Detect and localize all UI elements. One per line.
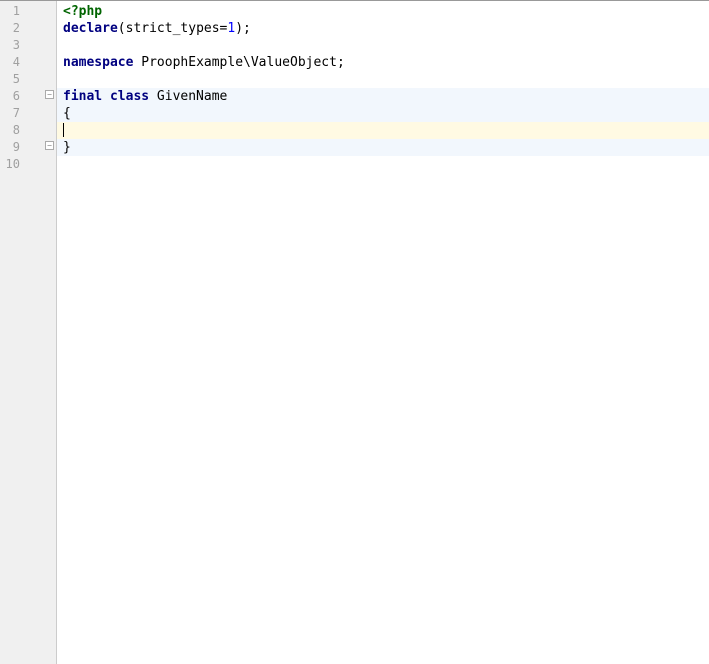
code-line[interactable]: } <box>57 139 709 156</box>
fold-toggle-icon[interactable]: − <box>45 90 54 99</box>
code-line[interactable]: namespace ProophExample\ValueObject; <box>57 54 709 71</box>
code-token: namespace <box>63 55 141 70</box>
fold-column: −− <box>28 1 56 664</box>
code-line[interactable]: declare(strict_types=1); <box>57 20 709 37</box>
line-number: 8 <box>0 122 28 139</box>
code-token: ); <box>235 21 251 36</box>
code-area[interactable]: <?phpdeclare(strict_types=1); namespace P… <box>56 1 709 664</box>
code-editor: 12345678910 −− <?phpdeclare(strict_types… <box>0 1 709 664</box>
line-number-gutter: 12345678910 <box>0 1 28 664</box>
code-line[interactable]: { <box>57 105 709 122</box>
line-number: 5 <box>0 71 28 88</box>
code-token: declare <box>63 21 118 36</box>
code-token: (strict_types= <box>118 21 228 36</box>
code-line[interactable]: <?php <box>57 3 709 20</box>
fold-toggle-icon[interactable]: − <box>45 141 54 150</box>
line-number: 3 <box>0 37 28 54</box>
code-line[interactable]: final class GivenName <box>57 88 709 105</box>
line-number: 6 <box>0 88 28 105</box>
line-number: 9 <box>0 139 28 156</box>
code-line[interactable] <box>57 37 709 54</box>
line-number: 10 <box>0 156 28 173</box>
code-token: { <box>63 106 71 121</box>
code-token: <?php <box>63 4 102 19</box>
code-line[interactable] <box>57 122 709 139</box>
code-token: final class <box>63 89 157 104</box>
text-cursor <box>63 123 64 137</box>
code-token: ProophExample\ValueObject; <box>141 55 345 70</box>
code-line[interactable] <box>57 71 709 88</box>
code-line[interactable] <box>57 156 709 173</box>
code-token: GivenName <box>157 89 227 104</box>
line-number: 7 <box>0 105 28 122</box>
line-number: 4 <box>0 54 28 71</box>
code-token: } <box>63 140 71 155</box>
line-number: 2 <box>0 20 28 37</box>
line-number: 1 <box>0 3 28 20</box>
